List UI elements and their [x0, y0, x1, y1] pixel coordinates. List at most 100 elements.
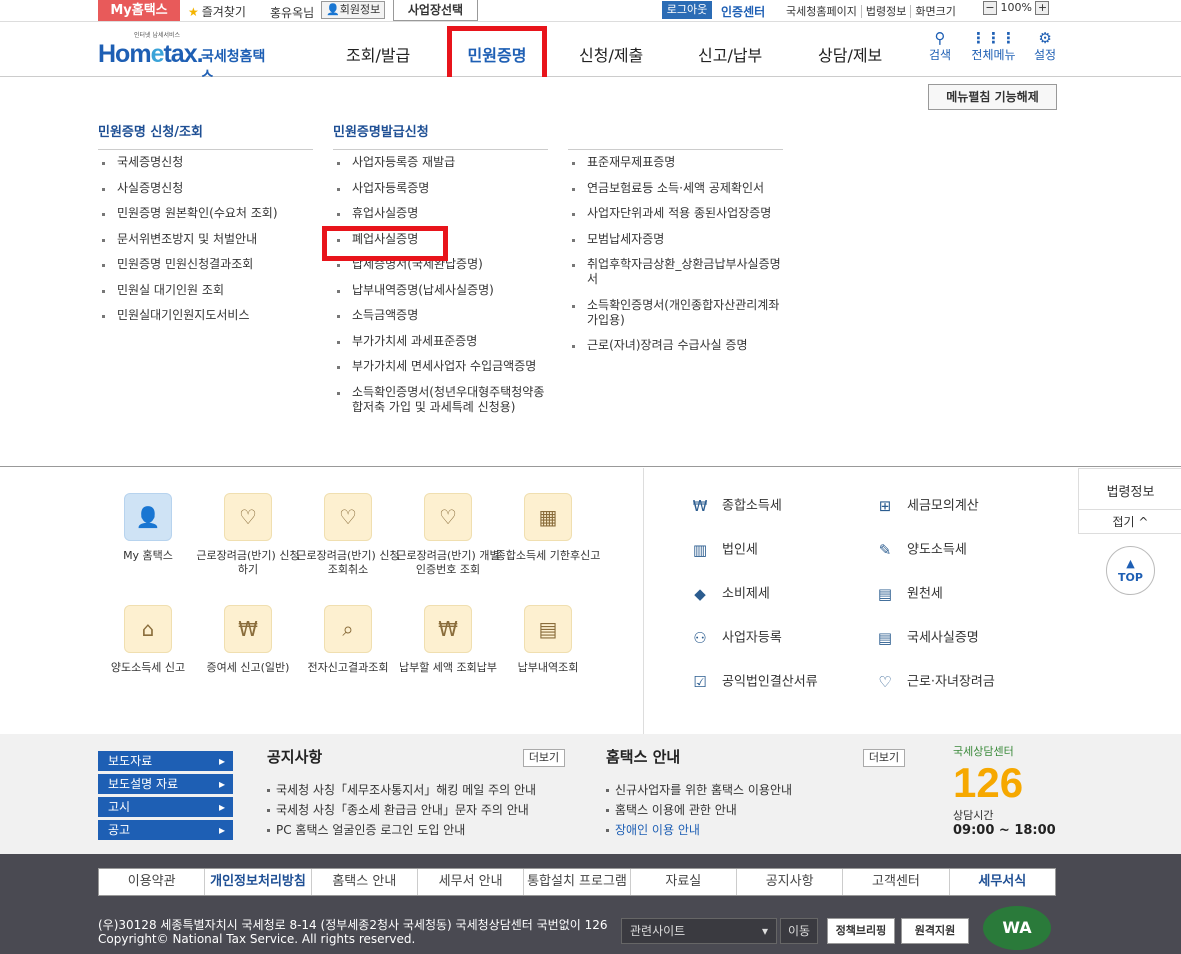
business-select-button[interactable]: 사업장선택 [393, 0, 478, 21]
tax-link[interactable]: ✎ 양도소득세 [873, 538, 967, 562]
col2-list: 사업자등록증 재발급 사업자등록증명 휴업사실증명 폐업사실증명 납세증명서(국… [333, 155, 548, 425]
tile-payment-history[interactable]: ▤ 납부내역조회 [493, 605, 603, 675]
menu-item[interactable]: 납부내역증명(납세사실증명) [333, 283, 548, 298]
menu-item[interactable]: 민원실대기인원지도서비스 [98, 308, 313, 323]
nav-report-pay[interactable]: 신고/납부 [698, 42, 762, 66]
tile-earned-income-cancel[interactable]: ♡ 근로장려금(반기) 신청조회취소 [293, 493, 403, 577]
remote-support-button[interactable]: 원격지원 [901, 918, 969, 944]
tile-label: 근로장려금(반기) 개별인증번호 조회 [396, 549, 500, 576]
menu-item[interactable]: 소득확인증명서(개인종합자산관리계좌 가입용) [568, 298, 783, 328]
call-center-banner[interactable]: 국세상담센터 126 상담시간 09:00 ~ 18:00 [953, 743, 1061, 846]
member-info-button[interactable]: 👤회원정보 [321, 1, 386, 19]
footer-link[interactable]: 공지사항 [735, 869, 842, 895]
menu-item[interactable]: 국세증명신청 [98, 155, 313, 170]
guide-more-button[interactable]: 더보기 [863, 749, 905, 767]
nts-homepage-link[interactable]: 국세청홈페이지 [782, 5, 861, 18]
announcement-button[interactable]: 고시 [98, 797, 233, 817]
tile-income-tax-late[interactable]: ▦ 종합소득세 기한후신고 [493, 493, 603, 563]
move-button[interactable]: 이동 [780, 918, 818, 944]
menu-item[interactable]: 사실증명신청 [98, 181, 313, 196]
top-button[interactable]: ▲ TOP [1106, 546, 1155, 595]
tax-link[interactable]: ◆ 소비제세 [688, 582, 770, 606]
menu-item[interactable]: 부가가치세 면세사업자 수입금액증명 [333, 359, 548, 374]
tax-link[interactable]: ▤ 국세사실증명 [873, 626, 979, 650]
public-notice-button[interactable]: 공고 [98, 820, 233, 840]
menu-item[interactable]: 민원증명 원본확인(수요처 조회) [98, 206, 313, 221]
tax-link[interactable]: ▤ 원천세 [873, 582, 943, 606]
footer-link[interactable]: 세무서 안내 [416, 869, 523, 895]
policy-briefing-button[interactable]: 정책브리핑 [827, 918, 895, 944]
footer-link[interactable]: 홈택스 안내 [310, 869, 417, 895]
tile-tax-payment[interactable]: ₩ 납부할 세액 조회납부 [393, 605, 503, 675]
tax-link[interactable]: ▥ 법인세 [688, 538, 758, 562]
footer-link[interactable]: 고객센터 [842, 869, 948, 895]
menu-item[interactable]: 표준재무제표증명 [568, 155, 783, 170]
menu-item[interactable]: 부가가치세 과세표준증명 [333, 334, 548, 349]
notice-list: 국세청 사칭「세무조사통지서」해킹 메일 주의 안내 국세청 사칭「종소세 환급… [265, 780, 536, 840]
menu-unfold-off-button[interactable]: 메뉴펼침 기능해제 [928, 84, 1057, 110]
notice-item[interactable]: PC 홈택스 얼굴인증 로그인 도입 안내 [265, 820, 536, 840]
notice-item[interactable]: 국세청 사칭「세무조사통지서」해킹 메일 주의 안내 [265, 780, 536, 800]
tile-transfer-tax[interactable]: ⌂ 양도소득세 신고 [93, 605, 203, 675]
settings-button[interactable]: ⚙ 설정 [1034, 30, 1056, 63]
notice-more-button[interactable]: 더보기 [523, 749, 565, 767]
menu-item[interactable]: 근로(자녀)장려금 수급사실 증명 [568, 338, 783, 353]
menu-item[interactable]: 문서위변조방지 및 처벌안내 [98, 232, 313, 247]
menu-item[interactable]: 사업자등록증명 [333, 181, 548, 196]
my-hometax-button[interactable]: My홈택스 [98, 0, 180, 21]
press-release-button[interactable]: 보도자료 [98, 751, 233, 771]
footer-link[interactable]: 개인정보처리방침 [204, 869, 310, 895]
footer-link[interactable]: 자료실 [629, 869, 736, 895]
menu-item[interactable]: 민원증명 민원신청결과조회 [98, 257, 313, 272]
menu-item[interactable]: 휴업사실증명 [333, 206, 548, 221]
zoom-in-button[interactable]: + [1035, 1, 1050, 15]
all-menu-button[interactable]: ⋮⋮⋮ 전체메뉴 [971, 30, 1016, 63]
cert-center-link[interactable]: 인증센터 [721, 3, 765, 20]
tile-label: 근로장려금(반기) 신청조회취소 [296, 549, 400, 576]
menu-item[interactable]: 소득금액증명 [333, 308, 548, 323]
nav-civil-certificate[interactable]: 민원증명 [452, 42, 542, 66]
tax-link[interactable]: ⊞ 세금모의계산 [873, 494, 979, 518]
tile-earned-income-apply[interactable]: ♡ 근로장려금(반기) 신청하기 [193, 493, 303, 577]
menu-item[interactable]: 취업후학자금상환_상환금납부사실증명서 [568, 257, 783, 287]
heart-icon: ♡ [878, 673, 892, 691]
nav-apply-submit[interactable]: 신청/제출 [579, 42, 643, 66]
menu-item[interactable]: 연금보험료등 소득·세액 공제확인서 [568, 181, 783, 196]
tax-link[interactable]: ♡ 근로·자녀장려금 [873, 670, 995, 694]
guide-item[interactable]: 신규사업자를 위한 홈택스 이용안내 [604, 780, 792, 800]
tile-gift-tax[interactable]: ₩ 증여세 신고(일반) [193, 605, 303, 675]
hometax-logo[interactable]: 인터넷 납세서비스 Hometax. 국세청홈택스 [98, 30, 278, 85]
nav-inquiry[interactable]: 조회/발급 [346, 42, 410, 66]
law-info-side-link[interactable]: 법령정보 [1079, 481, 1181, 500]
arrow-up-icon: ▲ [1126, 557, 1135, 570]
menu-item[interactable]: 소득확인증명서(청년우대형주택청약종합저축 가입 및 과세특례 신청용) [333, 385, 548, 415]
tax-link[interactable]: ₩ 종합소득세 [688, 494, 782, 518]
menu-item[interactable]: 사업자등록증 재발급 [333, 155, 548, 170]
menu-item[interactable]: 사업자단위과세 적용 종된사업장증명 [568, 206, 783, 221]
menu-item[interactable]: 모범납세자증명 [568, 232, 783, 247]
tile-my-hometax[interactable]: 👤 My 홈택스 [93, 493, 203, 563]
press-explanation-button[interactable]: 보도설명 자료 [98, 774, 233, 794]
law-info-link[interactable]: 법령정보 [860, 5, 911, 18]
guide-item[interactable]: 장애인 이용 안내 [604, 820, 792, 840]
zoom-out-button[interactable]: − [983, 1, 997, 15]
fold-button[interactable]: 접기 ^ [1079, 509, 1181, 535]
tax-link[interactable]: ⚇ 사업자등록 [688, 626, 782, 650]
search-button[interactable]: ⚲ 검색 [929, 30, 951, 63]
notice-item[interactable]: 국세청 사칭「종소세 환급금 안내」문자 주의 안내 [265, 800, 536, 820]
favorites-link[interactable]: ★ 즐겨찾기 [188, 3, 246, 20]
logout-button[interactable]: 로그아웃 [662, 1, 712, 19]
tile-e-filing-result[interactable]: ⌕ 전자신고결과조회 [293, 605, 403, 675]
nav-consult-report[interactable]: 상담/제보 [818, 42, 882, 66]
menu-item[interactable]: 민원실 대기인원 조회 [98, 283, 313, 298]
footer-link[interactable]: 통합설치 프로그램 [523, 869, 629, 895]
all-menu-label: 전체메뉴 [971, 48, 1016, 62]
footer-link[interactable]: 이용약관 [99, 869, 204, 895]
related-site-select[interactable]: 관련사이트 [621, 918, 777, 944]
guide-item[interactable]: 홈택스 이용에 관한 안내 [604, 800, 792, 820]
col1-title: 민원증명 신청/조회 [98, 121, 313, 150]
tax-link[interactable]: ☑ 공익법인결산서류 [688, 670, 817, 694]
tile-earned-income-auth[interactable]: ♡ 근로장려금(반기) 개별인증번호 조회 [393, 493, 503, 577]
footer-address-block: (우)30128 세종특별자치시 국세청로 8-14 (정부세종2청사 국세청동… [98, 918, 608, 946]
footer-link[interactable]: 세무서식 [948, 869, 1055, 895]
